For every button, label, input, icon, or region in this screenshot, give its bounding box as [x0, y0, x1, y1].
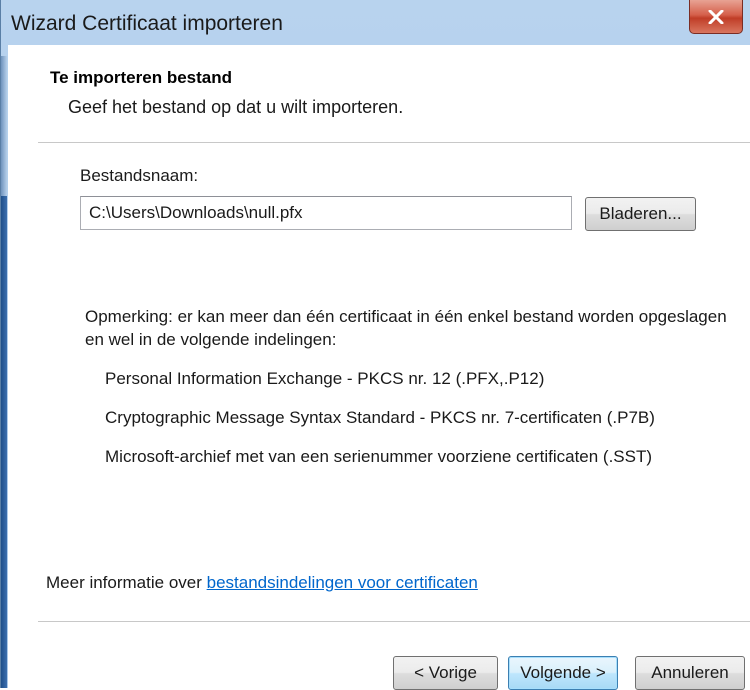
window-title: Wizard Certificaat importeren: [11, 12, 283, 35]
cancel-button[interactable]: Annuleren: [635, 656, 745, 690]
back-button[interactable]: < Vorige: [393, 656, 498, 690]
more-info-line: Meer informatie over bestandsindelingen …: [46, 573, 478, 593]
format-item-sst: Microsoft-archief met van een serienumme…: [105, 447, 653, 466]
wizard-content: Te importeren bestand Geef het bestand o…: [8, 45, 750, 690]
next-button[interactable]: Volgende >: [508, 656, 618, 690]
format-note: Opmerking: er kan meer dan één certifica…: [85, 307, 727, 349]
close-icon: [708, 9, 724, 24]
format-item-p7b: Cryptographic Message Syntax Standard - …: [105, 408, 655, 427]
filename-label: Bestandsnaam:: [80, 166, 199, 185]
more-info-text: Meer informatie over: [46, 573, 207, 592]
window-left-border-shadow: [1, 196, 7, 688]
format-item-pfx: Personal Information Exchange - PKCS nr.…: [105, 369, 545, 388]
close-button[interactable]: [689, 0, 743, 34]
wizard-header: Te importeren bestand Geef het bestand o…: [8, 45, 750, 141]
page-title: Te importeren bestand: [50, 68, 232, 87]
wizard-window: Wizard Certificaat importeren Te importe…: [0, 0, 750, 690]
header-divider: [38, 142, 750, 144]
browse-button[interactable]: Bladeren...: [585, 197, 696, 231]
page-subtitle: Geef het bestand op dat u wilt importere…: [68, 97, 404, 117]
filename-field[interactable]: [80, 196, 572, 230]
footer-divider: [38, 621, 750, 623]
file-formats-link[interactable]: bestandsindelingen voor certificaten: [207, 573, 478, 592]
window-left-border: [1, 56, 7, 688]
